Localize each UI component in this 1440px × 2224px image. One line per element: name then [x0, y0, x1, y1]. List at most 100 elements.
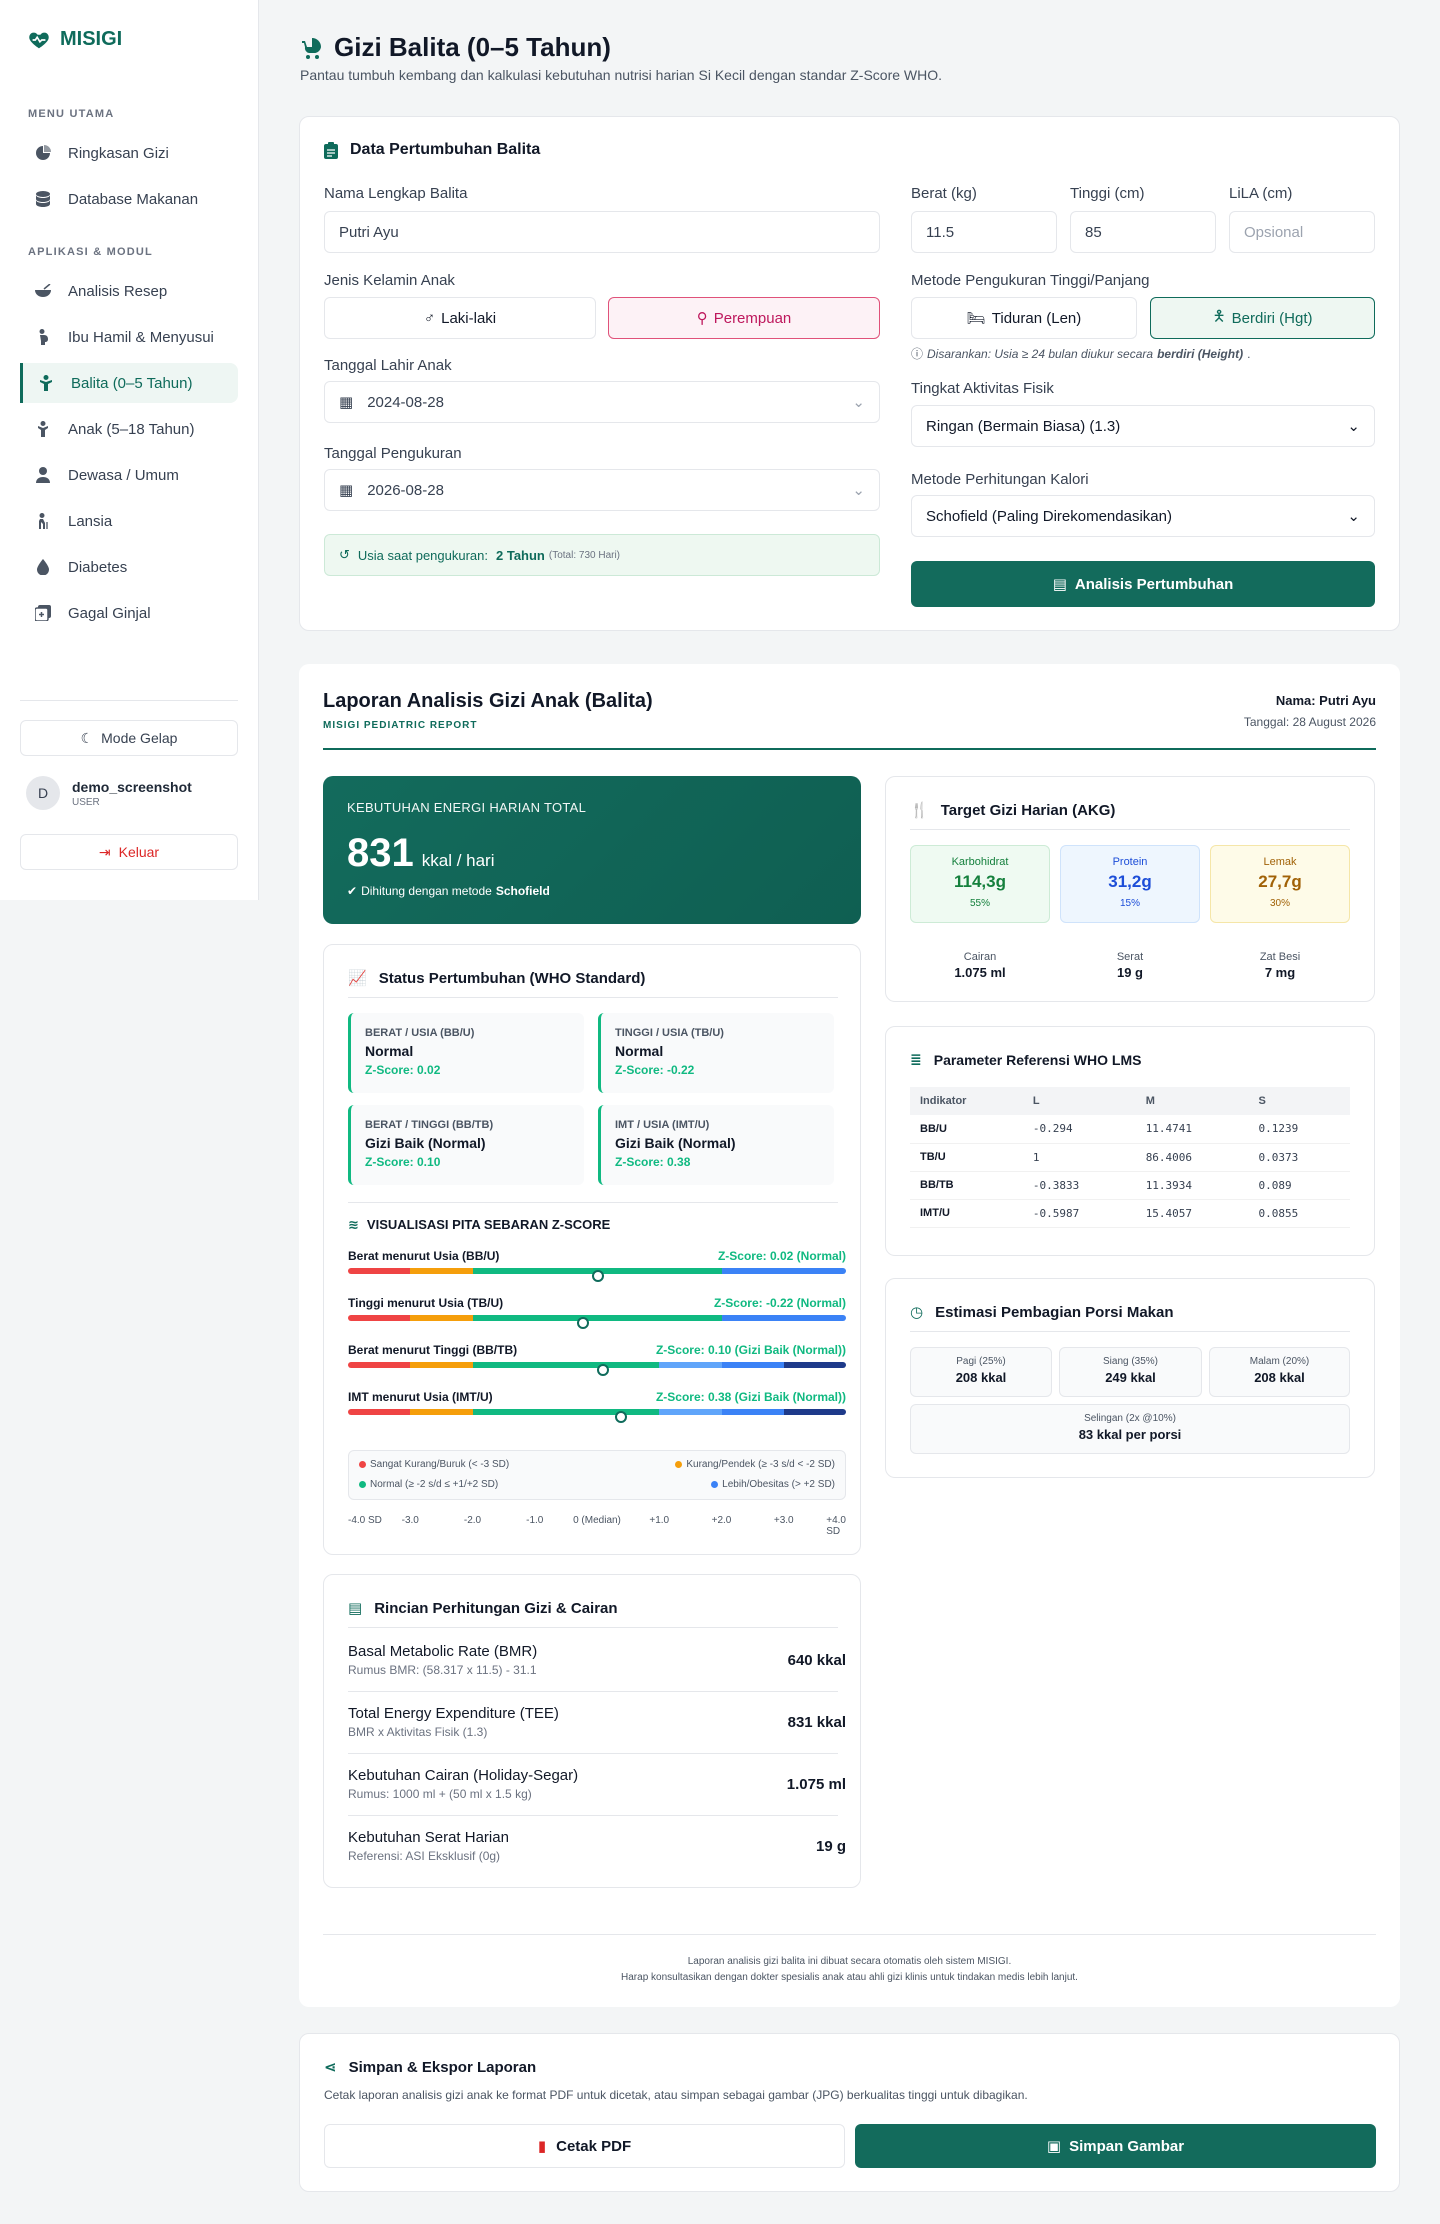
- standing-person-icon: 🯅: [1212, 307, 1226, 325]
- energy-card: KEBUTUHAN ENERGI HARIAN TOTAL 831 kkal /…: [323, 776, 861, 924]
- sidebar-item-label: Dewasa / Umum: [68, 466, 179, 484]
- zscore-score: Z-Score: 0.38: [615, 1155, 691, 1169]
- calc-row-fiber: Kebutuhan Serat Harian Referensi: ASI Eks…: [348, 1829, 846, 1863]
- pdf-file-icon: ▮: [537, 2138, 547, 2155]
- sidebar-item-label: Gagal Ginjal: [68, 604, 151, 622]
- name-input[interactable]: Putri Ayu: [324, 211, 880, 253]
- portion-value: 249 kkal: [1105, 1370, 1156, 1385]
- status-divider: [348, 997, 838, 998]
- logout-button[interactable]: ⇥ Keluar: [20, 834, 238, 870]
- dark-mode-button[interactable]: ☾ Mode Gelap: [20, 720, 238, 756]
- legend-item-severe: Sangat Kurang/Buruk (< -3 SD): [359, 1459, 509, 1470]
- utensils-icon: 🍴: [910, 802, 929, 819]
- table-cell: IMT/U: [910, 1199, 1023, 1228]
- bar-segment: [783, 1362, 846, 1368]
- sidebar-item-analisis-resep[interactable]: Analisis Resep: [20, 271, 238, 311]
- calc-method-select[interactable]: Schofield (Paling Direkomendasikan) ⌄: [911, 495, 1375, 537]
- zscore-value: Normal: [365, 1043, 414, 1059]
- sidebar-item-dewasa[interactable]: Dewasa / Umum: [20, 455, 238, 495]
- user-profile[interactable]: D demo_screenshot USER: [26, 776, 192, 810]
- weight-input[interactable]: 11.5: [911, 211, 1057, 253]
- lila-input[interactable]: Opsional: [1229, 211, 1375, 253]
- sidebar-item-anak[interactable]: Anak (5–18 Tahun): [20, 409, 238, 449]
- bar-segment: [721, 1409, 784, 1415]
- sidebar-item-ringkasan-gizi[interactable]: Ringkasan Gizi: [20, 133, 238, 173]
- info-icon: ⓘ: [911, 347, 924, 361]
- app-logo[interactable]: MISIGI: [28, 28, 122, 51]
- sidebar-item-lansia[interactable]: Lansia: [20, 501, 238, 541]
- sidebar-item-gagal-ginjal[interactable]: Gagal Ginjal: [20, 593, 238, 633]
- energy-label: KEBUTUHAN ENERGI HARIAN TOTAL: [347, 800, 587, 815]
- table-cell: 0.0373: [1248, 1143, 1350, 1172]
- table-cell: 0.0855: [1248, 1199, 1350, 1228]
- legend-label: Kurang/Pendek (≥ -3 s/d < -2 SD): [686, 1459, 835, 1470]
- chevron-down-icon: ⌄: [1347, 508, 1360, 525]
- mini-fiber: Serat 19 g: [1060, 951, 1200, 980]
- report-subtitle: MISIGI PEDIATRIC REPORT: [323, 720, 478, 731]
- history-icon: ↺: [339, 547, 350, 562]
- analyze-button[interactable]: ▤ Analisis Pertumbuhan: [911, 561, 1375, 607]
- method-hgt-button[interactable]: 🯅 Berdiri (Hgt): [1150, 297, 1375, 339]
- bar-segment: [410, 1362, 473, 1368]
- footer-divider: [323, 1934, 1376, 1935]
- zscore-bar-row: Tinggi menurut Usia (TB/U) Z-Score: -0.22…: [348, 1296, 846, 1329]
- method-len-button[interactable]: 🛏 Tiduran (Len): [911, 297, 1137, 339]
- kid-icon: [34, 420, 52, 438]
- macro-name: Protein: [1112, 856, 1148, 868]
- gender-female-button[interactable]: ⚲ Perempuan: [608, 297, 880, 339]
- export-desc: Cetak laporan analisis gizi anak ke form…: [324, 2088, 1028, 2102]
- status-title: 📈 Status Pertumbuhan (WHO Standard): [348, 969, 645, 988]
- line-chart-icon: 📈: [348, 970, 367, 987]
- zscore-marker: [592, 1270, 605, 1282]
- gender-male-button[interactable]: ♂ Laki-laki: [324, 297, 596, 339]
- axis-tick: +2.0: [711, 1515, 732, 1526]
- axis-tick: +1.0: [649, 1515, 670, 1526]
- clock-icon: ◷: [910, 1304, 924, 1321]
- avatar: D: [26, 776, 60, 810]
- gender-label: Jenis Kelamin Anak: [324, 272, 455, 289]
- dob-input[interactable]: ▦ 2024-08-28 ⌄: [324, 381, 880, 423]
- legend-label: Lebih/Obesitas (> +2 SD): [722, 1479, 835, 1490]
- calc-name: Total Energy Expenditure (TEE): [348, 1705, 559, 1722]
- print-pdf-button[interactable]: ▮ Cetak PDF: [324, 2124, 845, 2168]
- sidebar-item-label: Diabetes: [68, 558, 128, 576]
- weight-label: Berat (kg): [911, 185, 977, 202]
- height-input[interactable]: 85: [1070, 211, 1216, 253]
- bar-track: [348, 1409, 846, 1415]
- height-label: Tinggi (cm): [1070, 185, 1145, 202]
- macro-pct: 55%: [969, 898, 990, 909]
- legend-item-normal: Normal (≥ -2 s/d ≤ +1/+2 SD): [359, 1479, 498, 1490]
- dark-mode-label: Mode Gelap: [101, 730, 178, 746]
- age-prefix: Usia saat pengukuran:: [357, 547, 488, 563]
- sidebar-item-diabetes[interactable]: Diabetes: [20, 547, 238, 587]
- database-icon: ≣: [910, 1051, 922, 1067]
- zscore-marker: [597, 1364, 610, 1376]
- zscore-title: BERAT / USIA (BB/U): [365, 1027, 475, 1039]
- sidebar-item-balita[interactable]: Balita (0–5 Tahun): [20, 363, 238, 403]
- save-image-button[interactable]: ▣ Simpan Gambar: [855, 2124, 1376, 2168]
- macro-value: 27,7g: [1258, 872, 1302, 891]
- activity-select[interactable]: Ringan (Bermain Biasa) (1.3) ⌄: [911, 405, 1375, 447]
- measure-date-input[interactable]: ▦ 2026-08-28 ⌄: [324, 469, 880, 511]
- analyze-button-label: Analisis Pertumbuhan: [1074, 575, 1234, 593]
- table-header: M: [1135, 1087, 1249, 1115]
- portion-name: Siang (35%): [1102, 1356, 1159, 1367]
- macro-value: 114,3g: [954, 872, 1006, 891]
- bowl-icon: [34, 282, 52, 300]
- zscore-legend: Sangat Kurang/Buruk (< -3 SD) Kurang/Pen…: [348, 1450, 846, 1500]
- sidebar-item-label: Analisis Resep: [68, 282, 168, 300]
- moon-icon: ☾: [80, 729, 94, 746]
- sidebar-item-database-makanan[interactable]: Database Makanan: [20, 179, 238, 219]
- table-row: TB/U 1 86.4006 0.0373: [910, 1143, 1350, 1172]
- calc-method-value: Schofield (Paling Direkomendasikan): [926, 507, 1172, 525]
- mini-name: Zat Besi: [1259, 951, 1301, 963]
- zscore-card-imtu: IMT / USIA (IMT/U) Gizi Baik (Normal) Z-…: [598, 1105, 834, 1185]
- zscore-card-tbu: TINGGI / USIA (TB/U) Normal Z-Score: -0.…: [598, 1013, 834, 1093]
- logout-icon: ⇥: [98, 843, 111, 860]
- activity-value: Ringan (Bermain Biasa) (1.3): [926, 417, 1121, 435]
- sidebar-item-label: Database Makanan: [68, 190, 199, 208]
- sidebar-item-ibu-hamil[interactable]: Ibu Hamil & Menyusui: [20, 317, 238, 357]
- zscore-marker: [614, 1411, 627, 1423]
- check-circle-icon: ✔: [347, 884, 358, 898]
- zscore-card-bbu: BERAT / USIA (BB/U) Normal Z-Score: 0.02: [348, 1013, 584, 1093]
